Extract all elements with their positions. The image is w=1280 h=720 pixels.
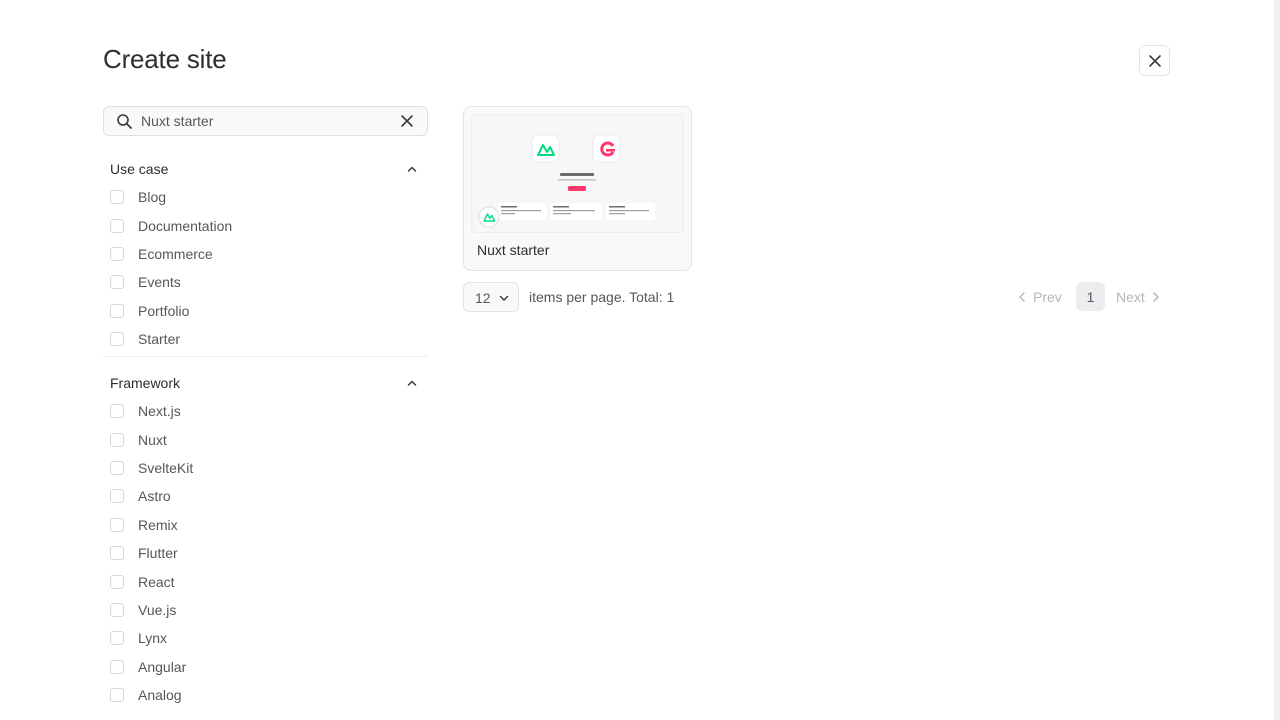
per-page-select[interactable]: 12 <box>463 282 519 312</box>
prev-page-button[interactable]: Prev <box>1017 288 1062 306</box>
filter-section-use-case: Use case Blog Documentation Ecommerce Ev… <box>103 155 428 353</box>
page-title: Create site <box>103 44 227 74</box>
prev-page-label: Prev <box>1033 289 1062 305</box>
filter-option-flutter[interactable]: Flutter <box>103 539 428 567</box>
next-page-label: Next <box>1116 289 1145 305</box>
filter-option-label: Analog <box>138 687 182 704</box>
filter-option-events[interactable]: Events <box>103 268 428 296</box>
filter-option-label: Nuxt <box>138 431 167 448</box>
filter-option-label: Events <box>138 274 181 291</box>
filter-option-astro[interactable]: Astro <box>103 482 428 510</box>
filter-list-framework: Next.js Nuxt SvelteKit Astro Remix Flutt… <box>103 397 428 709</box>
filter-header-label: Framework <box>110 375 181 391</box>
per-page-value: 12 <box>475 290 491 306</box>
filter-option-documentation[interactable]: Documentation <box>103 211 428 239</box>
checkbox[interactable] <box>110 688 124 703</box>
filter-header-label: Use case <box>110 161 169 177</box>
close-button[interactable] <box>1139 45 1170 76</box>
filter-option-label: Remix <box>138 516 178 533</box>
clear-icon[interactable] <box>398 112 416 130</box>
filter-option-react[interactable]: React <box>103 567 428 595</box>
checkbox[interactable] <box>110 460 124 475</box>
filter-option-nuxt[interactable]: Nuxt <box>103 425 428 453</box>
filter-option-starter[interactable]: Starter <box>103 325 428 353</box>
search-box <box>103 106 428 136</box>
checkbox[interactable] <box>110 574 124 589</box>
chevron-up-icon <box>407 166 417 172</box>
page-scrollbar[interactable] <box>1274 0 1280 720</box>
chevron-left-icon <box>1019 292 1025 302</box>
filter-option-label: Ecommerce <box>138 245 213 262</box>
checkbox[interactable] <box>110 404 124 419</box>
checkbox[interactable] <box>110 190 124 205</box>
filter-option-remix[interactable]: Remix <box>103 511 428 539</box>
checkbox[interactable] <box>110 546 124 561</box>
filter-option-portfolio[interactable]: Portfolio <box>103 297 428 325</box>
next-page-button[interactable]: Next <box>1116 288 1161 306</box>
filter-option-label: Angular <box>138 658 187 675</box>
per-page-total-text: items per page. Total: 1 <box>529 289 675 305</box>
chevron-right-icon <box>1153 292 1159 302</box>
filter-option-label: Vue.js <box>138 601 177 618</box>
search-input[interactable] <box>141 111 391 131</box>
filter-option-label: SvelteKit <box>138 459 194 476</box>
filter-option-label: Blog <box>138 189 167 206</box>
filter-option-label: Astro <box>138 488 171 505</box>
filter-option-analog[interactable]: Analog <box>103 681 428 709</box>
checkbox[interactable] <box>110 303 124 318</box>
close-icon <box>1148 54 1161 67</box>
checkbox[interactable] <box>110 517 124 532</box>
filter-option-vuejs[interactable]: Vue.js <box>103 596 428 624</box>
filter-option-label: Documentation <box>138 217 233 234</box>
filter-list-use-case: Blog Documentation Ecommerce Events Port… <box>103 183 428 353</box>
filter-option-label: React <box>138 573 175 590</box>
filter-header-use-case[interactable]: Use case <box>103 155 428 183</box>
checkbox[interactable] <box>110 631 124 646</box>
filter-section-framework: Framework Next.js Nuxt SvelteKit Astro R… <box>103 369 428 709</box>
page-number-button[interactable]: 1 <box>1076 282 1105 311</box>
template-card-title: Nuxt starter <box>477 242 550 258</box>
template-thumbnail <box>471 114 684 233</box>
filter-option-angular[interactable]: Angular <box>103 653 428 681</box>
filter-option-label: Portfolio <box>138 302 190 319</box>
template-card[interactable]: Nuxt starter <box>463 106 692 271</box>
filter-option-label: Next.js <box>138 403 181 420</box>
checkbox[interactable] <box>110 218 124 233</box>
chevron-down-icon <box>499 295 509 301</box>
filter-header-framework[interactable]: Framework <box>103 369 428 397</box>
create-site-page: Create site Use case Blog Documentation … <box>0 0 1280 720</box>
checkbox[interactable] <box>110 659 124 674</box>
checkbox[interactable] <box>110 246 124 261</box>
filter-option-label: Lynx <box>138 630 168 647</box>
filter-option-label: Flutter <box>138 545 178 562</box>
template-preview-image <box>472 115 683 232</box>
filter-option-ecommerce[interactable]: Ecommerce <box>103 240 428 268</box>
search-icon <box>117 114 132 129</box>
chevron-up-icon <box>407 380 417 386</box>
filter-option-blog[interactable]: Blog <box>103 183 428 211</box>
checkbox[interactable] <box>110 432 124 447</box>
checkbox[interactable] <box>110 332 124 347</box>
filter-option-label: Starter <box>138 331 181 348</box>
filter-option-nextjs[interactable]: Next.js <box>103 397 428 425</box>
filter-option-sveltekit[interactable]: SvelteKit <box>103 454 428 482</box>
filter-divider <box>103 356 428 357</box>
checkbox[interactable] <box>110 489 124 504</box>
checkbox[interactable] <box>110 275 124 290</box>
filter-option-lynx[interactable]: Lynx <box>103 624 428 652</box>
checkbox[interactable] <box>110 602 124 617</box>
